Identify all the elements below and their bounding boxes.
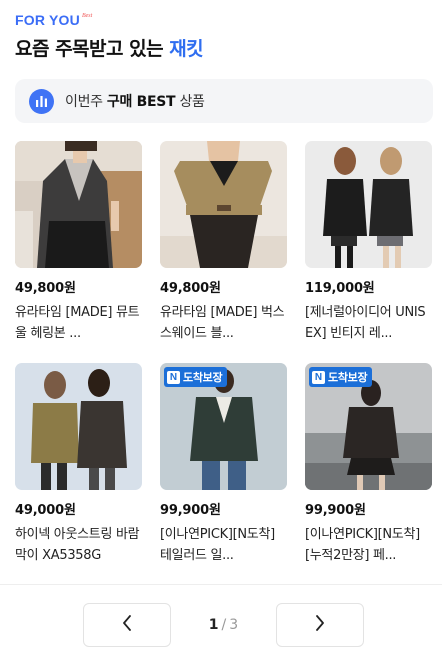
badge-label: 도착보장 [328, 371, 368, 384]
n-logo-icon: N [167, 370, 180, 384]
product-price: 119,000원 [305, 281, 375, 296]
title-prefix: 요즘 주목받고 있는 [15, 38, 170, 60]
product-name[interactable]: 유라타임 [MADE] 벅스 스웨이드 블... [160, 302, 287, 344]
bar-chart-icon [29, 88, 54, 114]
n-logo-icon: N [312, 370, 325, 384]
section-title: 요즘 주목받고 있는 재킷 [15, 36, 427, 62]
section-divider [0, 584, 442, 585]
page-separator: / [221, 617, 227, 633]
current-page: 1 [208, 617, 219, 633]
product-price: 49,000원 [15, 503, 76, 518]
chevron-right-icon [315, 615, 325, 635]
banner-text-bold: 구매 BEST [106, 94, 176, 110]
arrival-guarantee-badge: N 도착보장 [164, 367, 228, 387]
product-card[interactable]: 119,000원 [제너럴아이디어 UNISEX] 빈티지 레... [305, 141, 432, 344]
product-card[interactable]: N 도착보장 99,900원 [이나연PICK][N도착][누적2만장] 페..… [305, 363, 432, 566]
banner-text-suffix: 상품 [175, 94, 205, 110]
section-header: FOR YOU Best 요즘 주목받고 있는 재킷 [15, 10, 427, 62]
product-card[interactable]: N 도착보장 99,900원 [이나연PICK][N도착] 테일러드 일... [160, 363, 287, 566]
product-name[interactable]: [제너럴아이디어 UNISEX] 빈티지 레... [305, 302, 432, 344]
product-image[interactable]: N 도착보장 [305, 363, 432, 490]
arrival-guarantee-badge: N 도착보장 [309, 367, 373, 387]
badge-label: 도착보장 [183, 371, 223, 384]
brand-label: FOR YOU [15, 12, 80, 28]
product-price: 99,900원 [305, 503, 366, 518]
chevron-left-icon [122, 615, 132, 635]
product-card[interactable]: 49,000원 하이넥 아웃스트링 바람막이 XA5358G [15, 363, 142, 566]
product-name[interactable]: 하이넥 아웃스트링 바람막이 XA5358G [15, 524, 142, 566]
for-you-brand: FOR YOU Best [15, 10, 427, 30]
banner-text-prefix: 이번주 [65, 94, 107, 110]
next-page-button[interactable] [276, 603, 364, 647]
pagination: 1 / 3 [0, 603, 442, 647]
weekly-best-banner: 이번주 구매 BEST 상품 [15, 79, 433, 123]
product-image[interactable] [305, 141, 432, 268]
prev-page-button[interactable] [83, 603, 171, 647]
title-highlight: 재킷 [169, 38, 204, 60]
page-indicator: 1 / 3 [171, 603, 276, 647]
product-image[interactable] [160, 141, 287, 268]
product-image[interactable]: N 도착보장 [160, 363, 287, 490]
product-card[interactable]: 49,800원 유라타임 [MADE] 뮤트 울 헤링본 ... [15, 141, 142, 344]
brand-superscript: Best [81, 13, 93, 19]
product-name[interactable]: 유라타임 [MADE] 뮤트 울 헤링본 ... [15, 302, 142, 344]
product-price: 49,800원 [15, 281, 76, 296]
product-image[interactable] [15, 363, 142, 490]
banner-text: 이번주 구매 BEST 상품 [65, 91, 205, 111]
product-name[interactable]: [이나연PICK][N도착][누적2만장] 페... [305, 524, 432, 566]
product-image[interactable] [15, 141, 142, 268]
total-pages: 3 [229, 617, 239, 633]
product-card[interactable]: 49,800원 유라타임 [MADE] 벅스 스웨이드 블... [160, 141, 287, 344]
product-price: 49,800원 [160, 281, 221, 296]
product-price: 99,900원 [160, 503, 221, 518]
product-name[interactable]: [이나연PICK][N도착] 테일러드 일... [160, 524, 287, 566]
